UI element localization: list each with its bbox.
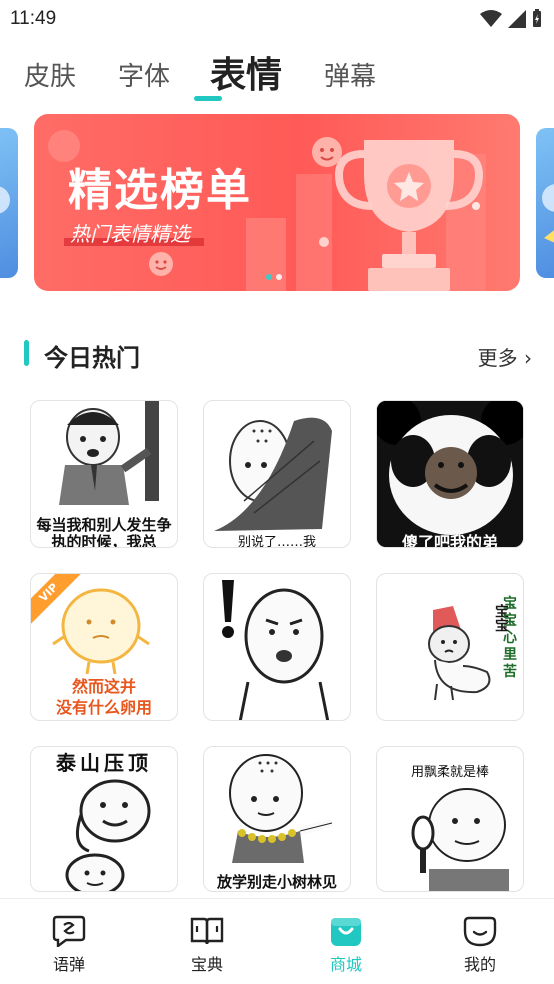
nav-label: 我的: [463, 955, 496, 974]
smile-face-icon: [463, 916, 497, 947]
meme-face-illustration: [59, 401, 159, 505]
banner-carousel: 精选榜单 热门表情精选: [0, 114, 554, 292]
category-tabs: 皮肤 字体 表情 弹幕: [0, 44, 554, 106]
status-bar: 11:49: [0, 0, 554, 38]
nav-item-shangcheng[interactable]: 商城: [311, 915, 381, 975]
section-accent-bar: [24, 340, 29, 366]
mirror-meme-illustration: [411, 788, 509, 891]
sticker-caption: 傻了吧我的弟: [401, 533, 498, 548]
sticker-card[interactable]: VIP 然而这并 没有什么卵用: [30, 573, 178, 721]
sticker-card[interactable]: 泰山压顶: [30, 746, 178, 892]
meme-face-illustration: [214, 417, 332, 531]
sticker-card[interactable]: 傻了吧我的弟: [376, 400, 524, 548]
carousel-dot-active: [266, 274, 272, 280]
nav-item-yudan[interactable]: 语弹: [34, 915, 104, 975]
sticker-caption: 泰山压顶: [56, 751, 152, 775]
sticker-card[interactable]: 放学别走小树林见: [203, 746, 351, 892]
sticker-caption: 别说了……我: [237, 535, 316, 548]
tab-danmaku[interactable]: 弹幕: [324, 56, 376, 93]
book-icon: [190, 917, 224, 945]
nav-label: 宝典: [190, 955, 223, 974]
nav-item-wode[interactable]: 我的: [445, 915, 515, 975]
sticker-card[interactable]: 用飘柔就是棒: [376, 746, 524, 892]
status-time: 11:49: [10, 8, 57, 29]
tab-font[interactable]: 字体: [118, 56, 170, 93]
banner-title: 精选榜单: [68, 165, 252, 216]
carousel-dot: [276, 274, 282, 280]
bottom-navigation: 语弹 宝典 商城 我的: [0, 898, 554, 984]
tab-skin[interactable]: 皮肤: [24, 56, 76, 93]
banner-prev-peek[interactable]: [0, 128, 18, 278]
today-hot-header: 今日热门 更多 ›: [0, 334, 554, 374]
carousel-dots: [266, 274, 282, 280]
section-title: 今日热门: [44, 344, 140, 372]
more-link[interactable]: 更多 ›: [478, 342, 532, 371]
nav-item-baodian[interactable]: 宝典: [172, 915, 242, 975]
sticker-caption: 每当我和别人发生争执的时候，我总: [36, 516, 172, 548]
sticker-card[interactable]: [203, 573, 351, 721]
side-caption: 宝宝心里苦: [503, 596, 517, 680]
nav-label: 商城: [329, 955, 362, 974]
sticker-caption: 然而这并 没有什么卵用: [55, 677, 152, 717]
sad-meme-illustration: 宝宝: [428, 603, 509, 701]
nav-label: 语弹: [52, 955, 85, 974]
status-icons: [480, 9, 542, 28]
wifi-icon: [480, 9, 502, 27]
sticker-card[interactable]: 宝宝 宝宝心里苦: [376, 573, 524, 721]
panda-meme-illustration: [377, 401, 523, 547]
tab-indicator: [194, 96, 222, 101]
banner-next-peek[interactable]: [536, 128, 554, 278]
banner-featured-chart[interactable]: 精选榜单 热门表情精选: [34, 114, 520, 291]
sticker-caption: 放学别走小树林见: [216, 873, 337, 891]
sticker-card[interactable]: 别说了……我: [203, 400, 351, 548]
chat-bubble-icon: [52, 915, 86, 947]
exclamation-meme-illustration: [222, 580, 330, 720]
shop-bag-icon: [331, 918, 361, 946]
meme-face-illustration: [65, 779, 151, 891]
cellular-signal-icon: [508, 9, 526, 28]
sticker-card[interactable]: 每当我和别人发生争执的时候，我总: [30, 400, 178, 548]
monk-meme-illustration: [229, 754, 333, 863]
tab-emoji[interactable]: 表情: [210, 46, 282, 98]
battery-icon: [533, 9, 541, 27]
banner-subtitle: 热门表情精选: [70, 222, 190, 246]
